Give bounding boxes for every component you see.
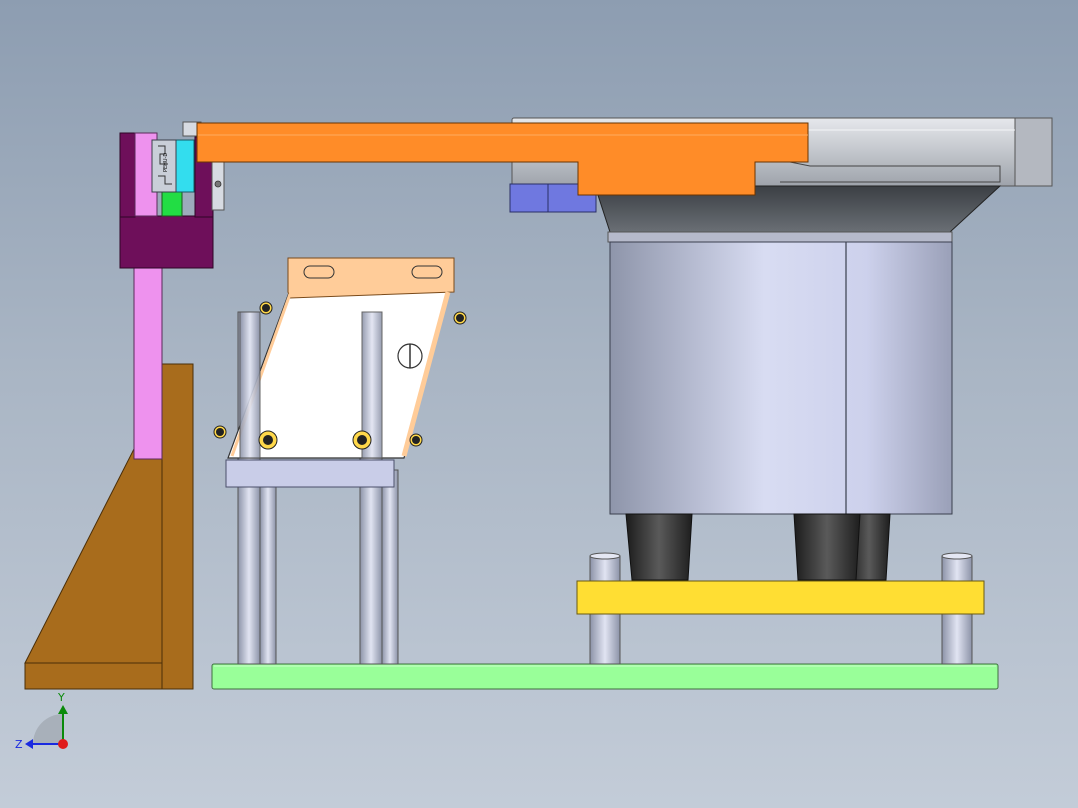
bracket-upright-left[interactable] [119, 132, 136, 218]
post-2[interactable] [259, 469, 277, 665]
triad-arc [33, 714, 63, 744]
assembly-drawing: PEHU-D Y Z [15, 117, 1053, 751]
yellow-plate[interactable] [576, 580, 985, 615]
transfer-arm[interactable] [196, 122, 809, 196]
bracket-block[interactable] [119, 215, 214, 269]
guide-rail[interactable]: PEHU-D [151, 139, 177, 193]
triad-z-label: Z [15, 738, 23, 751]
screw-head [214, 180, 222, 188]
post-4[interactable] [381, 469, 399, 665]
angle-bracket[interactable] [24, 363, 194, 690]
drive-cylinder[interactable] [609, 241, 953, 515]
foot-right[interactable] [793, 513, 861, 581]
triad-y-label: Y [57, 691, 65, 704]
support-plate[interactable] [225, 459, 395, 488]
lift-column[interactable] [133, 267, 163, 460]
foot-left[interactable] [625, 513, 693, 581]
rail-label: PEHU-D [163, 153, 169, 172]
base-plate[interactable] [211, 663, 999, 690]
hopper[interactable] [227, 257, 455, 459]
triad-origin [58, 739, 68, 749]
cad-viewport[interactable]: PEHU-D Y Z [0, 0, 1078, 808]
coordinate-triad[interactable]: Y Z [15, 691, 68, 751]
green-part[interactable] [161, 189, 183, 217]
